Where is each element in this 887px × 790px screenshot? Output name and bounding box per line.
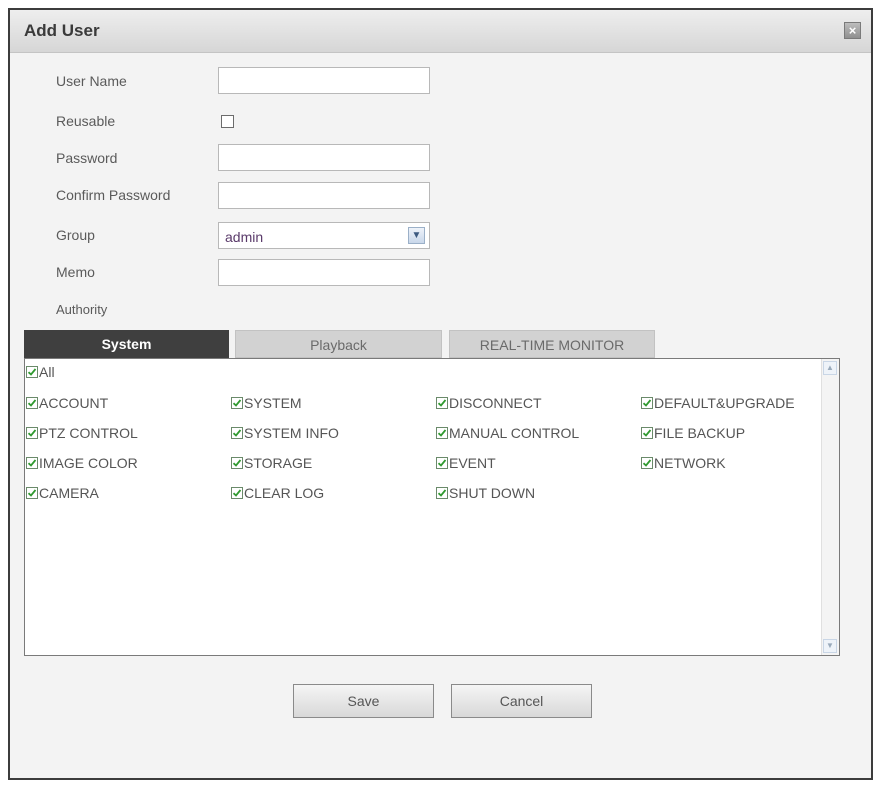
checkbox-checked-icon[interactable]	[231, 457, 243, 469]
reusable-label: Reusable	[56, 113, 116, 129]
permission-label: STORAGE	[244, 455, 313, 471]
scroll-up-icon[interactable]: ▲	[823, 361, 837, 375]
checkbox-checked-icon[interactable]	[641, 397, 653, 409]
permission-shut-down[interactable]: SHUT DOWN	[436, 485, 535, 501]
permission-ptz-control[interactable]: PTZ CONTROL	[26, 425, 138, 441]
authority-panel: All ACCOUNT SYSTEM DISCONNECT DEFAULT&UP…	[24, 358, 840, 656]
add-user-dialog: Add User × User Name Reusable Password C…	[8, 8, 873, 780]
permission-label: MANUAL CONTROL	[449, 425, 580, 441]
permission-label: CLEAR LOG	[244, 485, 325, 501]
authority-label: Authority	[56, 302, 108, 317]
dialog-titlebar[interactable]: Add User ×	[10, 10, 871, 53]
memo-input[interactable]	[218, 259, 430, 286]
checkbox-checked-icon[interactable]	[436, 487, 448, 499]
permission-default-upgrade[interactable]: DEFAULT&UPGRADE	[641, 395, 795, 411]
permission-camera[interactable]: CAMERA	[26, 485, 99, 501]
permission-label: EVENT	[449, 455, 496, 471]
reusable-checkbox[interactable]	[221, 115, 234, 128]
checkbox-checked-icon[interactable]	[26, 366, 38, 378]
tab-system[interactable]: System	[24, 330, 229, 358]
checkbox-checked-icon[interactable]	[641, 427, 653, 439]
permission-manual-control[interactable]: MANUAL CONTROL	[436, 425, 579, 441]
user-name-input[interactable]	[218, 67, 430, 94]
user-name-label: User Name	[56, 73, 127, 89]
permission-label: All	[39, 364, 55, 380]
permission-all[interactable]: All	[26, 364, 55, 380]
checkbox-checked-icon[interactable]	[231, 487, 243, 499]
permission-label: IMAGE COLOR	[39, 455, 138, 471]
checkbox-checked-icon[interactable]	[26, 457, 38, 469]
permission-clear-log[interactable]: CLEAR LOG	[231, 485, 324, 501]
permission-label: SHUT DOWN	[449, 485, 536, 501]
chevron-down-icon[interactable]: ▼	[408, 227, 425, 244]
permission-file-backup[interactable]: FILE BACKUP	[641, 425, 745, 441]
permission-system[interactable]: SYSTEM	[231, 395, 302, 411]
tab-real-time-monitor[interactable]: REAL-TIME MONITOR	[449, 330, 655, 358]
permission-disconnect[interactable]: DISCONNECT	[436, 395, 542, 411]
checkbox-checked-icon[interactable]	[436, 457, 448, 469]
save-button[interactable]: Save	[293, 684, 434, 718]
permission-system-info[interactable]: SYSTEM INFO	[231, 425, 339, 441]
checkbox-checked-icon[interactable]	[231, 427, 243, 439]
checkbox-checked-icon[interactable]	[231, 397, 243, 409]
permission-label: SYSTEM INFO	[244, 425, 339, 441]
permission-label: NETWORK	[654, 455, 726, 471]
memo-label: Memo	[56, 264, 95, 280]
permission-account[interactable]: ACCOUNT	[26, 395, 108, 411]
permission-label: DEFAULT&UPGRADE	[654, 395, 795, 411]
permission-storage[interactable]: STORAGE	[231, 455, 312, 471]
dialog-title: Add User	[24, 21, 100, 40]
permission-label: ACCOUNT	[39, 395, 109, 411]
tab-playback[interactable]: Playback	[235, 330, 442, 358]
permission-image-color[interactable]: IMAGE COLOR	[26, 455, 138, 471]
permission-label: DISCONNECT	[449, 395, 542, 411]
group-label: Group	[56, 227, 95, 243]
checkbox-checked-icon[interactable]	[436, 427, 448, 439]
password-input[interactable]	[218, 144, 430, 171]
scroll-down-icon[interactable]: ▼	[823, 639, 837, 653]
checkbox-checked-icon[interactable]	[26, 397, 38, 409]
group-select[interactable]: admin ▼	[218, 222, 430, 249]
authority-scrollbar[interactable]: ▲ ▼	[821, 359, 839, 655]
close-icon[interactable]: ×	[844, 22, 861, 39]
permission-network[interactable]: NETWORK	[641, 455, 726, 471]
password-label: Password	[56, 150, 118, 166]
checkbox-checked-icon[interactable]	[436, 397, 448, 409]
permission-label: CAMERA	[39, 485, 99, 501]
permission-label: PTZ CONTROL	[39, 425, 138, 441]
cancel-button[interactable]: Cancel	[451, 684, 592, 718]
permission-label: FILE BACKUP	[654, 425, 746, 441]
group-select-value: admin	[225, 229, 264, 245]
checkbox-checked-icon[interactable]	[641, 457, 653, 469]
permission-event[interactable]: EVENT	[436, 455, 496, 471]
permission-label: SYSTEM	[244, 395, 302, 411]
checkbox-checked-icon[interactable]	[26, 487, 38, 499]
checkbox-checked-icon[interactable]	[26, 427, 38, 439]
confirm-password-input[interactable]	[218, 182, 430, 209]
confirm-password-label: Confirm Password	[56, 187, 171, 203]
